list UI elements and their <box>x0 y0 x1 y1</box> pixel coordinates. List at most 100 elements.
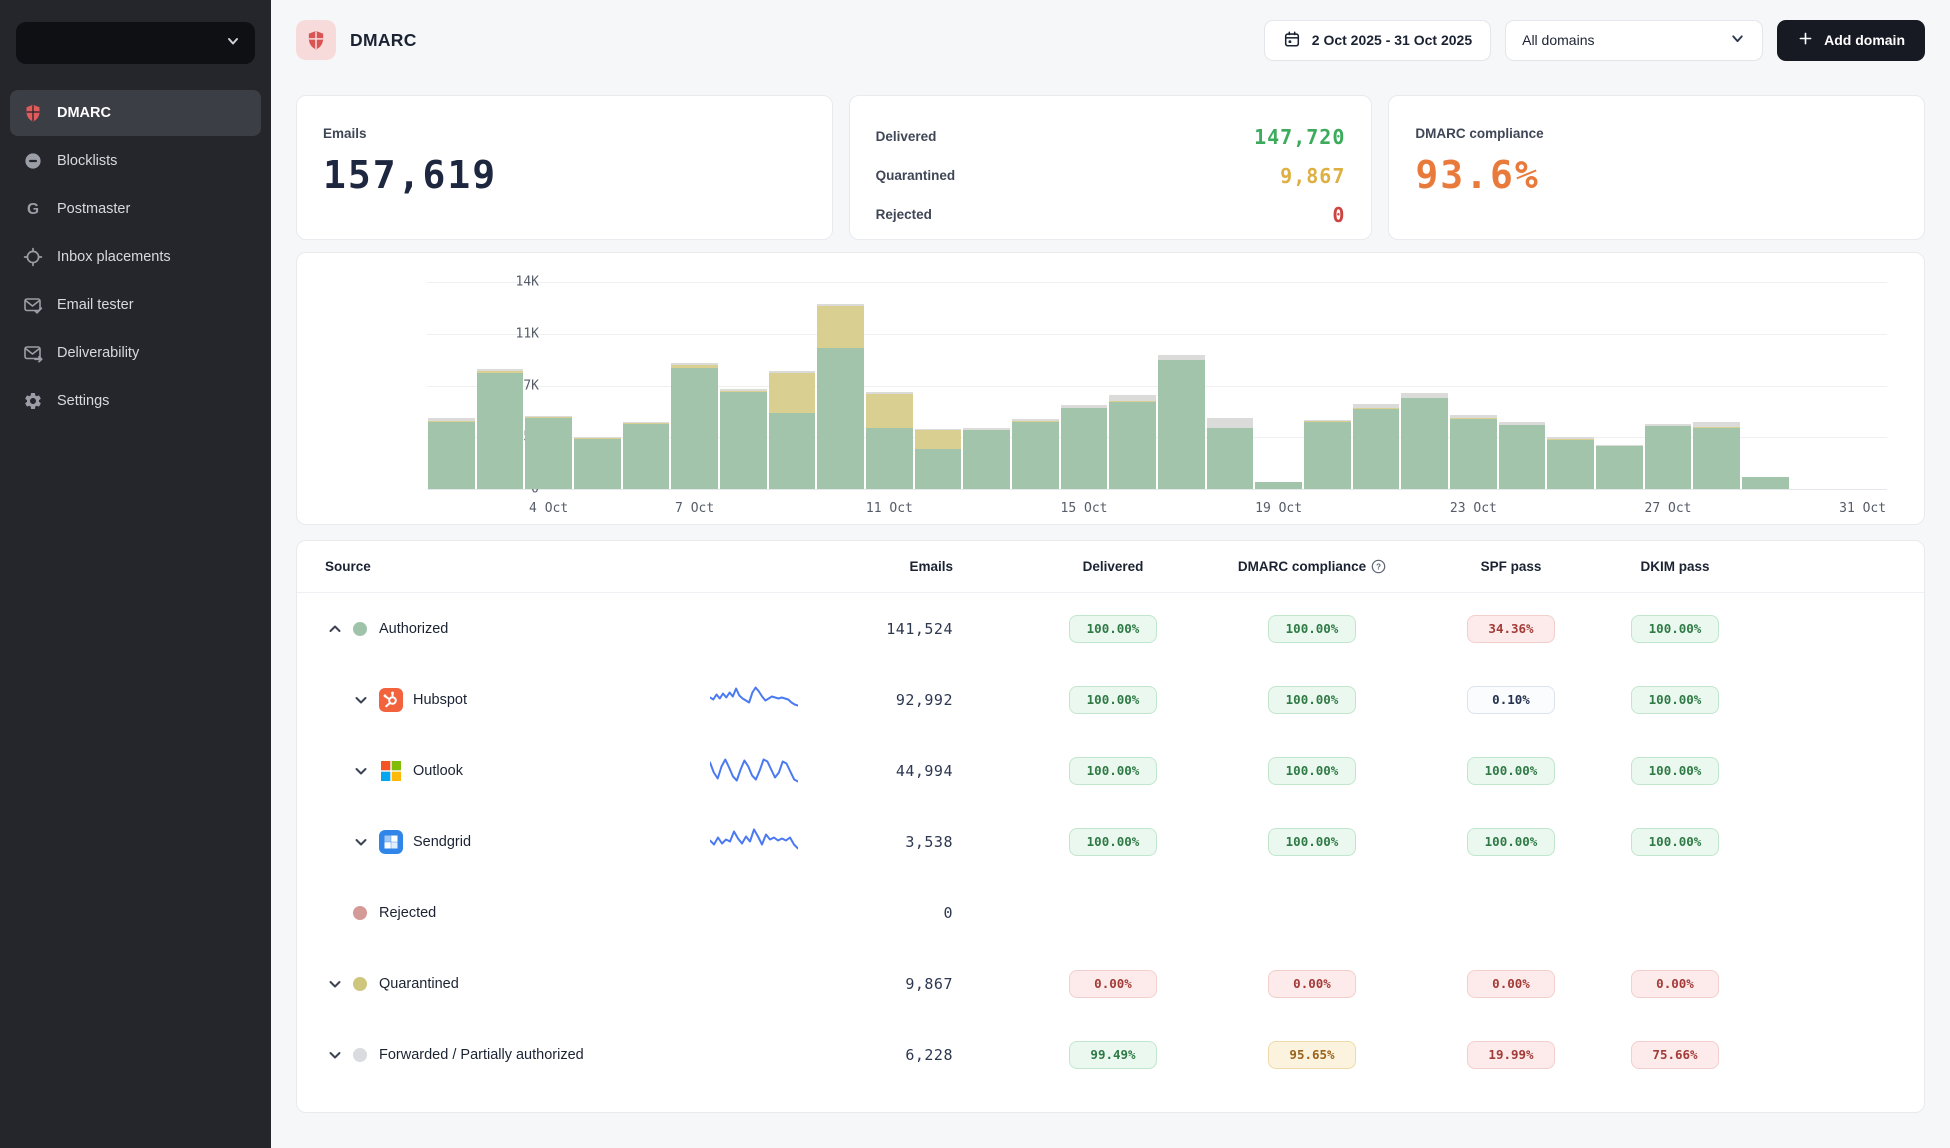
outcome-value: 147,720 <box>1254 125 1345 149</box>
table-row-outlook[interactable]: Outlook44,994100.00%100.00%100.00%100.00… <box>297 735 1924 806</box>
domain-filter-select[interactable]: All domains <box>1505 20 1763 61</box>
outcomes-stat-card: Delivered147,720 Quarantined 9,867 Rejected… <box>849 95 1373 240</box>
sidebar-item-blocklists[interactable]: Blocklists <box>10 138 261 184</box>
percent-badge: 0.00% <box>1268 970 1356 998</box>
x-axis-tick: 31 Oct <box>1839 501 1886 516</box>
table-row-hubspot[interactable]: Hubspot92,992100.00%100.00%0.10%100.00% <box>297 664 1924 735</box>
percent-badge: 95.65% <box>1268 1041 1356 1069</box>
chart-bar[interactable] <box>1644 282 1693 489</box>
chart-bar[interactable] <box>476 282 525 489</box>
sidebar-item-settings[interactable]: Settings <box>10 378 261 424</box>
trend-sparkline <box>710 752 798 789</box>
emails-value: 44,994 <box>797 762 953 780</box>
sidebar-item-email-tester[interactable]: Email tester <box>10 282 261 328</box>
add-domain-button[interactable]: Add domain <box>1777 20 1925 61</box>
chevron-up-icon[interactable] <box>326 620 344 638</box>
page-title: DMARC <box>350 30 417 51</box>
chart-bar[interactable] <box>1108 282 1157 489</box>
table-row-authorized[interactable]: Authorized141,524100.00%100.00%34.36%100… <box>297 593 1924 664</box>
table-row-quarantined[interactable]: Quarantined9,8670.00%0.00%0.00%0.00% <box>297 948 1924 1019</box>
col-dmarc-compliance: DMARC compliance? <box>1212 559 1412 577</box>
outcome-row-delivered: Delivered147,720 <box>876 117 1346 156</box>
workspace-selector[interactable] <box>16 22 255 64</box>
chevron-down-icon[interactable] <box>326 1046 344 1064</box>
chevron-down-icon[interactable] <box>352 833 370 851</box>
sidebar-item-label: DMARC <box>57 105 111 121</box>
topbar: DMARC 2 Oct 2025 - 31 Oct 2025 All domai… <box>296 0 1925 80</box>
plus-icon <box>1797 30 1814 50</box>
category-dot <box>353 906 367 920</box>
outcome-value: 9,867 <box>1280 164 1345 188</box>
col-emails: Emails <box>797 559 953 574</box>
chevron-down-icon[interactable] <box>326 975 344 993</box>
chart-bar[interactable] <box>1546 282 1595 489</box>
percent-badge: 100.00% <box>1069 615 1157 643</box>
blocked-icon <box>22 151 43 172</box>
chart-bar[interactable] <box>1352 282 1401 489</box>
chart-bar[interactable] <box>1303 282 1352 489</box>
mail-arrow-icon <box>22 343 43 364</box>
chart-bar[interactable] <box>524 282 573 489</box>
gear-icon <box>22 391 43 412</box>
date-range-picker[interactable]: 2 Oct 2025 - 31 Oct 2025 <box>1264 20 1491 61</box>
table-row-forwarded-partially-authorized[interactable]: Forwarded / Partially authorized6,22899.… <box>297 1019 1924 1090</box>
chart-bar[interactable] <box>1157 282 1206 489</box>
domain-filter-value: All domains <box>1522 32 1594 48</box>
table-row-sendgrid[interactable]: Sendgrid3,538100.00%100.00%100.00%100.00… <box>297 806 1924 877</box>
chart-bar[interactable] <box>1206 282 1255 489</box>
volume-chart: 03.5K7K11K14K4 Oct7 Oct11 Oct15 Oct19 Oc… <box>427 282 1887 489</box>
chart-bar[interactable] <box>573 282 622 489</box>
sidebar-item-postmaster[interactable]: GPostmaster <box>10 186 261 232</box>
chart-bar[interactable] <box>865 282 914 489</box>
chart-bar[interactable] <box>427 282 476 489</box>
x-axis-tick: 15 Oct <box>1061 501 1108 516</box>
emails-value: 3,538 <box>797 833 953 851</box>
percent-badge: 100.00% <box>1069 686 1157 714</box>
outcome-label: Quarantined <box>876 168 956 183</box>
chart-bar[interactable] <box>1254 282 1303 489</box>
chart-bar[interactable] <box>1060 282 1109 489</box>
percent-badge: 0.00% <box>1631 970 1719 998</box>
compliance-stat-label: DMARC compliance <box>1415 126 1898 141</box>
chart-bar[interactable] <box>622 282 671 489</box>
emails-value: 92,992 <box>797 691 953 709</box>
chevron-down-icon[interactable] <box>352 762 370 780</box>
chart-bar[interactable] <box>962 282 1011 489</box>
chart-bar[interactable] <box>914 282 963 489</box>
chart-bar[interactable] <box>1790 282 1839 489</box>
sidebar-item-label: Postmaster <box>57 201 130 217</box>
chart-bar[interactable] <box>768 282 817 489</box>
chart-bar[interactable] <box>1838 282 1887 489</box>
percent-badge: 100.00% <box>1631 828 1719 856</box>
volume-chart-card: 03.5K7K11K14K4 Oct7 Oct11 Oct15 Oct19 Oc… <box>296 252 1925 525</box>
sidebar-item-label: Deliverability <box>57 345 139 361</box>
chart-bar[interactable] <box>1449 282 1498 489</box>
sidebar-item-dmarc[interactable]: DMARC <box>10 90 261 136</box>
percent-badge: 100.00% <box>1631 615 1719 643</box>
table-row-rejected[interactable]: Rejected0 <box>297 877 1924 948</box>
chart-bar[interactable] <box>1498 282 1547 489</box>
sidebar-item-inbox-placements[interactable]: Inbox placements <box>10 234 261 280</box>
chart-bar[interactable] <box>719 282 768 489</box>
chart-bar[interactable] <box>1400 282 1449 489</box>
chart-bar[interactable] <box>1595 282 1644 489</box>
chart-bar[interactable] <box>1692 282 1741 489</box>
percent-badge: 75.66% <box>1631 1041 1719 1069</box>
chevron-down-icon[interactable] <box>352 691 370 709</box>
source-name: Authorized <box>379 621 448 637</box>
percent-badge: 100.00% <box>1268 615 1356 643</box>
sidebar-item-label: Inbox placements <box>57 249 171 265</box>
help-icon[interactable]: ? <box>1371 559 1386 577</box>
chevron-down-icon <box>1729 30 1746 50</box>
emails-stat-label: Emails <box>323 126 806 141</box>
outcome-row-rejected: Rejected0 <box>876 195 1346 234</box>
chart-bar[interactable] <box>816 282 865 489</box>
x-axis-tick: 19 Oct <box>1255 501 1302 516</box>
chart-bar[interactable] <box>1741 282 1790 489</box>
chart-bar[interactable] <box>1011 282 1060 489</box>
percent-badge: 100.00% <box>1467 828 1555 856</box>
emails-value: 141,524 <box>797 620 953 638</box>
sources-table-body: Authorized141,524100.00%100.00%34.36%100… <box>297 593 1924 1090</box>
sidebar-item-deliverability[interactable]: Deliverability <box>10 330 261 376</box>
chart-bar[interactable] <box>670 282 719 489</box>
